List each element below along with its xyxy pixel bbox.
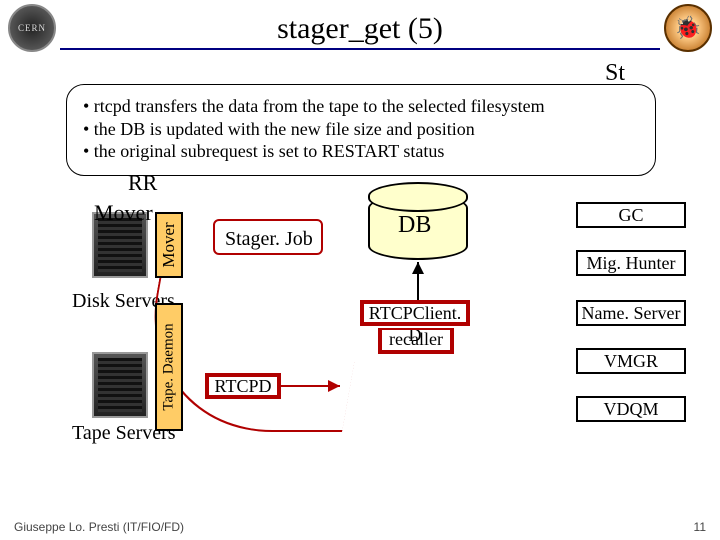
callout-bubble: • rtcpd transfers the data from the tape… — [66, 84, 656, 176]
cern-text: CERN — [18, 23, 46, 33]
castor-logo: 🐞 — [664, 4, 712, 52]
mover-box: Mover — [155, 212, 183, 278]
stagerjob-label: Stager. Job — [225, 228, 313, 251]
vmgr-box: VMGR — [576, 348, 686, 374]
tapedaemon-box: Tape. Daemon — [155, 303, 183, 431]
vdqm-box: VDQM — [576, 396, 686, 422]
footer-author: Giuseppe Lo. Presti (IT/FIO/FD) — [14, 520, 184, 534]
callout-line: • the original subrequest is set to REST… — [83, 140, 639, 163]
mover-label: Mover — [94, 200, 153, 226]
mighunter-box: Mig. Hunter — [576, 250, 686, 276]
tapedaemon-label: Tape. Daemon — [161, 323, 178, 410]
recaller-box: recaller — [378, 328, 454, 354]
gc-box: GC — [576, 202, 686, 228]
nameserver-box: Name. Server — [576, 300, 686, 326]
callout-line: • the DB is updated with the new file si… — [83, 118, 639, 141]
page-title: stager_get (5) — [0, 12, 720, 46]
callout-line: • rtcpd transfers the data from the tape… — [83, 95, 639, 118]
rtcpd-box: RTCPD — [205, 373, 281, 399]
page-number: 11 — [694, 520, 706, 534]
title-underline — [60, 48, 660, 50]
stager-label-peek: St — [605, 60, 625, 87]
cern-logo: CERN — [8, 4, 56, 52]
tape-server-icon — [92, 352, 148, 418]
rtcpclientd-box: RTCPClient. D — [360, 300, 470, 326]
beaver-icon: 🐞 — [674, 15, 701, 41]
db-label: DB — [398, 212, 431, 239]
mover-box-label: Mover — [159, 222, 179, 267]
